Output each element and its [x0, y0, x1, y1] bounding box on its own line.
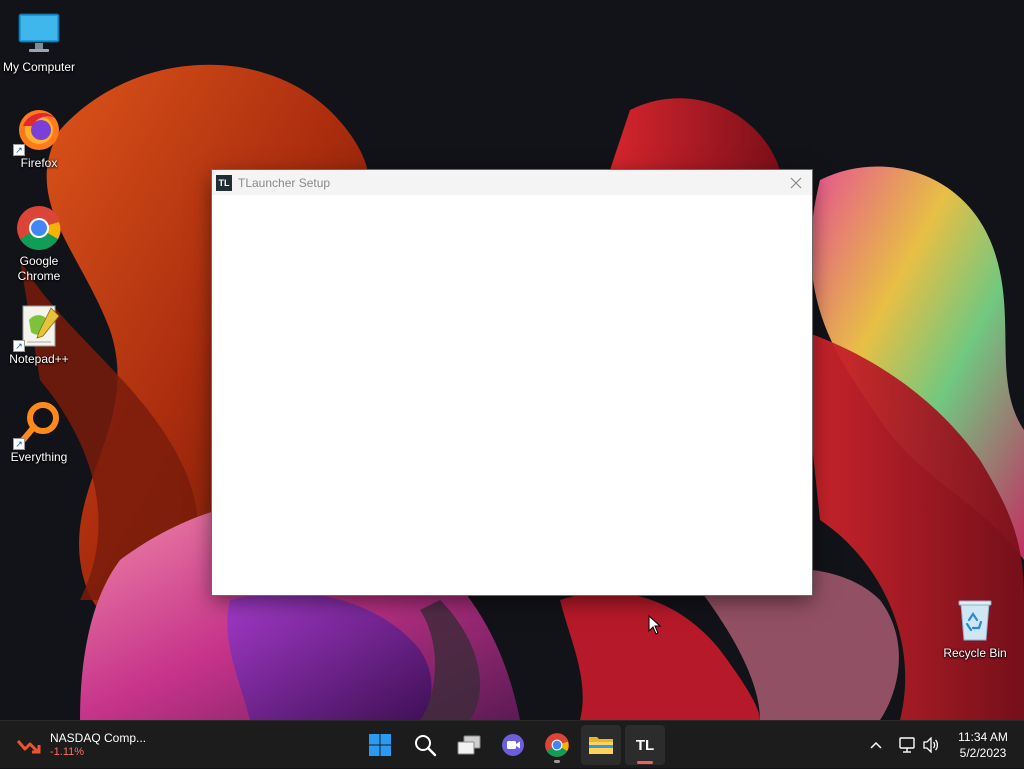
mouse-cursor-icon [648, 615, 662, 635]
chrome-icon [15, 204, 63, 252]
show-desktop-button[interactable] [1018, 721, 1024, 769]
desktop-icon-label: Notepad++ [9, 352, 69, 366]
volume-icon [923, 737, 939, 753]
start-button[interactable] [360, 725, 400, 765]
desktop-icon-label: My Computer [2, 60, 76, 74]
shortcut-arrow-icon: ↗ [13, 144, 25, 156]
windows-logo-icon [369, 734, 391, 756]
taskbar: NASDAQ Comp... -1.11% TL 11:34 AM 5/2/20… [0, 720, 1024, 768]
shortcut-arrow-icon: ↗ [13, 340, 25, 352]
recycle-bin-icon [951, 596, 999, 644]
task-view-button[interactable] [449, 725, 489, 765]
volume-button[interactable] [920, 725, 942, 765]
clock-time: 11:34 AM [958, 730, 1008, 744]
show-hidden-icons-button[interactable] [864, 725, 888, 765]
task-view-icon [457, 735, 481, 755]
search-button[interactable] [405, 725, 445, 765]
desktop-icon-label: Firefox [20, 156, 58, 170]
chevron-up-icon [870, 741, 882, 749]
window-content [212, 195, 812, 595]
system-tray: 11:34 AM 5/2/2023 [864, 721, 1024, 769]
window-title: TLauncher Setup [238, 175, 331, 190]
chrome-icon [545, 733, 569, 757]
running-indicator [554, 760, 560, 763]
clock-date: 5/2/2023 [959, 746, 1007, 760]
tlauncher-button[interactable]: TL [625, 725, 665, 765]
file-explorer-button[interactable] [581, 725, 621, 765]
window-titlebar[interactable]: TL TLauncher Setup [212, 170, 812, 195]
widget-change: -1.11% [50, 746, 85, 758]
chrome-button[interactable] [537, 725, 577, 765]
desktop-icon-my-computer[interactable]: My Computer [1, 10, 77, 75]
desktop-icon-firefox[interactable]: ↗ Firefox [1, 106, 77, 171]
close-button[interactable] [786, 173, 806, 193]
desktop-icon-label: Recycle Bin [943, 646, 1007, 660]
shortcut-arrow-icon: ↗ [13, 438, 25, 450]
active-app-indicator [637, 761, 653, 764]
close-icon [790, 177, 802, 189]
stock-widget[interactable]: NASDAQ Comp... -1.11% [16, 727, 146, 763]
folder-icon [589, 737, 613, 754]
desktop-icon-label: Google Chrome [17, 254, 61, 283]
clock[interactable]: 11:34 AM 5/2/2023 [948, 729, 1018, 761]
tlauncher-setup-window[interactable]: TL TLauncher Setup [212, 170, 812, 595]
meet-button[interactable] [493, 725, 533, 765]
firefox-icon: ↗ [13, 106, 63, 156]
notepadpp-icon: ↗ [13, 302, 63, 352]
desktop-icon-everything[interactable]: ↗ Everything [1, 400, 77, 465]
desktop-icon-label: Everything [10, 450, 68, 464]
tlauncher-icon: TL [635, 736, 655, 754]
everything-icon: ↗ [13, 400, 63, 450]
tlauncher-logo-icon: TL [216, 174, 232, 191]
video-call-icon [502, 734, 524, 756]
search-icon [415, 735, 437, 757]
monitor-icon [15, 10, 63, 58]
stock-chart-icon [16, 740, 41, 754]
desktop-icon-google-chrome[interactable]: Google Chrome [1, 204, 77, 284]
widget-title: NASDAQ Comp... [50, 731, 147, 745]
desktop-icon-notepadpp[interactable]: ↗ Notepad++ [1, 302, 77, 367]
network-button[interactable] [894, 725, 920, 765]
desktop-icon-recycle-bin[interactable]: Recycle Bin [937, 596, 1013, 661]
network-icon [899, 737, 915, 753]
